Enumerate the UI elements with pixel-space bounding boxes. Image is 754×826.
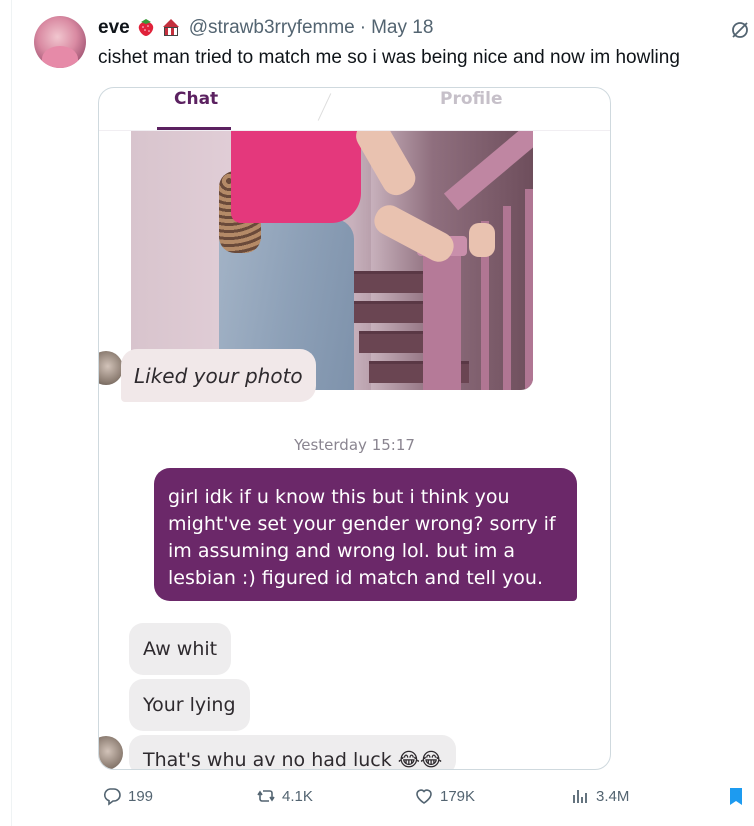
retweet-icon [257,790,275,802]
received-message-bubble: That's whu av no had luck 😂😂 [129,735,457,769]
received-message-bubble: Your lying [129,679,250,731]
grok-icon[interactable] [730,20,750,40]
separator-dot: · [359,17,367,38]
views-button[interactable]: 3.4M [570,786,629,806]
match-avatar [99,736,123,769]
like-count: 179K [440,787,476,805]
author-handle[interactable]: @strawb3rryfemme [189,17,355,39]
timestamp-day: Yesterday [294,436,367,454]
liked-photo-bubble: Liked your photo [121,349,316,402]
tweet-header: eve @strawb3rryfemme · May 18 [98,16,433,40]
author-avatar[interactable] [34,16,86,68]
tab-profile: Profile [440,89,503,109]
retweet-count: 4.1K [282,787,313,805]
received-message-bubble: Aw whit [129,623,232,675]
strawberry-icon [137,17,155,40]
match-avatar [99,351,123,385]
tweet-date[interactable]: May 18 [371,17,433,39]
chat-timestamp: Yesterday 15:17 [99,436,610,454]
tweet-media-screenshot[interactable]: Chat Profile Liked your photo Yesterday … [98,87,611,770]
tab-divider [317,93,332,121]
bookmark-button[interactable] [726,786,746,806]
reply-icon [103,788,121,806]
sent-message-bubble: girl idk if u know this but i think you … [154,468,577,601]
views-icon [573,790,587,803]
view-count: 3.4M [596,787,630,805]
circus-tent-icon [161,19,181,37]
tab-chat: Chat [174,89,219,109]
reply-count: 199 [128,787,154,805]
bookmark-icon [730,788,742,805]
like-button[interactable]: 179K [414,786,475,806]
heart-icon [416,789,432,804]
reply-button[interactable]: 199 [102,786,153,806]
timestamp-time: 15:17 [371,436,415,454]
tweet-text: cishet man tried to match me so i was be… [98,47,680,68]
retweet-button[interactable]: 4.1K [256,786,313,806]
display-name[interactable]: eve [98,17,130,39]
timeline-border [11,0,12,826]
tweet-actions: 199 4.1K 179K 3.4M [98,786,752,816]
